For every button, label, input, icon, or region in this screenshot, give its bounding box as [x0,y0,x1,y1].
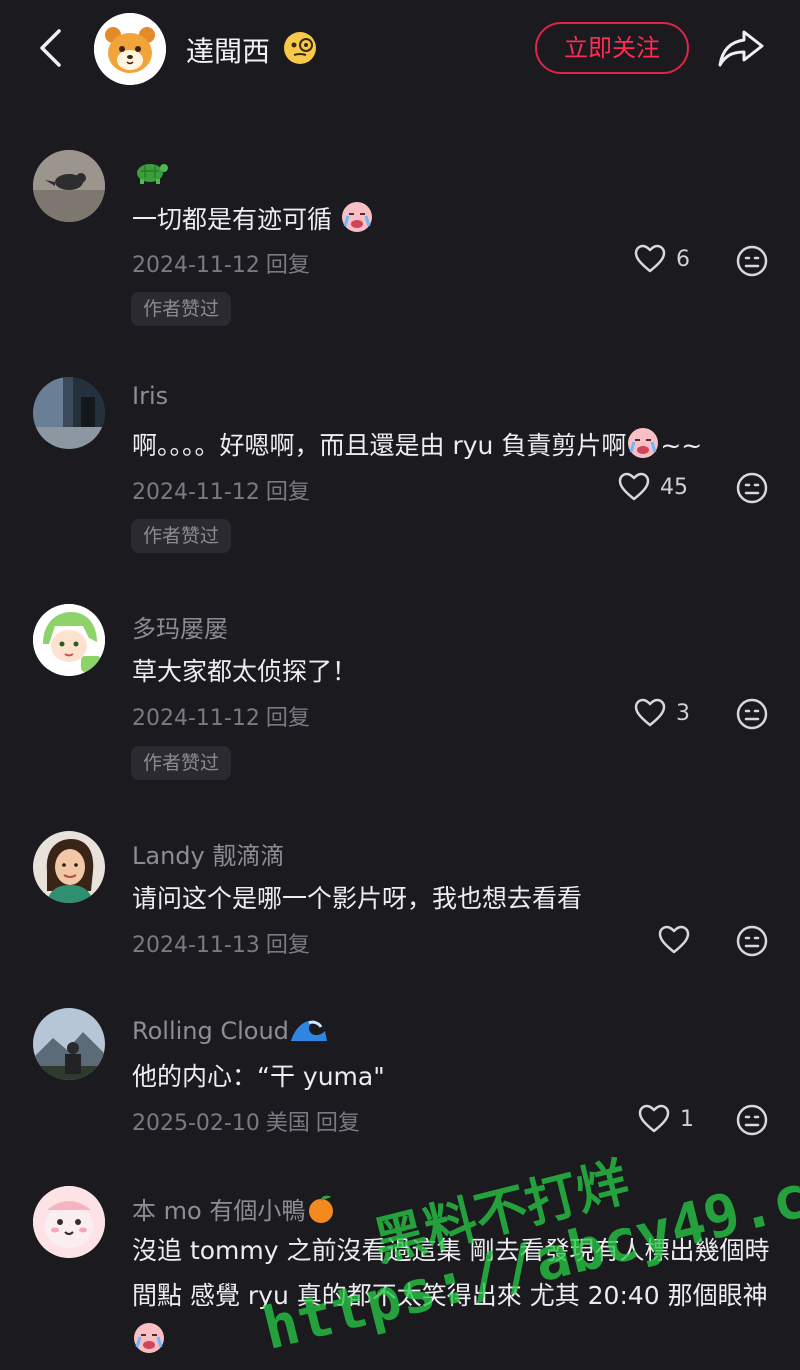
heart-icon [638,1104,670,1133]
back-arrow-icon[interactable] [32,26,72,70]
share-icon[interactable] [716,26,766,70]
author-liked-badge: 作者赞过 [131,519,232,553]
street-photo-icon [33,377,105,449]
like-count: 6 [676,246,690,272]
like-button[interactable]: 45 [618,472,688,502]
pink-character-icon [33,1186,105,1258]
user-avatar[interactable] [33,1186,105,1258]
comment-username[interactable]: Landy 靓滴滴 [132,836,284,871]
reply-button[interactable]: 回复 [266,253,310,278]
user-avatar[interactable] [33,150,105,222]
comment-username[interactable]: Rolling Cloud [132,1013,329,1045]
like-count: 45 [660,474,688,500]
like-count: 1 [680,1106,694,1132]
turtle-icon [137,164,168,184]
follow-button[interactable]: 立即关注 [535,22,689,74]
crying-face-icon [628,428,659,458]
comment-location: 美国 [265,1111,310,1136]
comment-date: 2024-11-13 [132,933,260,958]
user-avatar[interactable] [33,377,105,449]
comment-meta: 2024-11-12 回复 [132,247,310,279]
comment-text: 沒追 tommy 之前沒看過這集 剛去看發現有人標出幾個時間點 感覺 ryu 真… [132,1228,772,1363]
wave-icon [288,1013,329,1045]
emoji-reaction-icon[interactable] [736,925,768,957]
like-button[interactable] [658,925,700,955]
like-count: 3 [676,700,690,726]
author-name[interactable]: 達聞西 [186,30,270,70]
comment-text: 请问这个是哪一个影片呀，我也想去看看 [132,884,583,913]
mountain-photo-icon [33,1008,105,1080]
author-avatar[interactable] [94,13,166,85]
heart-icon [634,244,666,273]
author-liked-badge: 作者赞过 [131,746,232,780]
comment-username[interactable] [132,155,170,185]
comment-username[interactable]: Iris [132,382,168,410]
comment-text: 一切都是有迹可循 [132,200,374,236]
comment-meta: 2024-11-12 回复 [132,474,310,506]
comment-date: 2024-11-12 [132,480,260,505]
emoji-reaction-icon[interactable] [736,1104,768,1136]
like-button[interactable]: 6 [634,244,690,274]
comment-date: 2025-02-10 [132,1111,260,1136]
comment-username[interactable]: 本 mo 有個小鴨 [132,1191,337,1226]
comment-meta: 2025-02-10 美国 回复 [132,1105,360,1137]
comment-meta: 2024-11-13 回复 [132,927,310,959]
bird-photo-icon [33,150,105,222]
heart-icon [658,925,690,954]
emoji-reaction-icon[interactable] [736,245,768,277]
reply-button[interactable]: 回复 [316,1111,360,1136]
comment-username[interactable]: 多玛屡屡 [132,609,228,644]
comment-text: 草大家都太侦探了！ [132,657,358,686]
green-hair-character-icon [33,604,105,676]
emoji-reaction-icon[interactable] [736,472,768,504]
hamster-avatar-icon [94,13,166,85]
comment-date: 2024-11-12 [132,253,260,278]
reply-button[interactable]: 回复 [266,480,310,505]
reply-button[interactable]: 回复 [266,706,310,731]
like-button[interactable]: 3 [634,698,690,728]
heart-icon [618,472,650,501]
like-button[interactable]: 1 [638,1104,694,1134]
monocle-face-icon [284,32,316,64]
comment-text: 啊。。。。好嗯啊，而且還是由 ryu 負責剪片啊 ~~ [132,426,702,462]
crying-face-icon [134,1323,164,1353]
top-bar: 達聞西 立即关注 [0,0,800,100]
user-avatar[interactable] [33,831,105,903]
user-avatar[interactable] [33,1008,105,1080]
author-liked-badge: 作者赞过 [131,292,232,326]
crying-face-icon [341,202,372,232]
tangerine-icon [309,1195,334,1223]
comment-meta: 2024-11-12 回复 [132,700,310,732]
comment-text: 他的内心：“干 yuma" [132,1062,385,1091]
emoji-reaction-icon[interactable] [736,698,768,730]
reply-button[interactable]: 回复 [266,933,310,958]
user-avatar[interactable] [33,604,105,676]
heart-icon [634,698,666,727]
woman-portrait-icon [33,831,105,903]
comment-date: 2024-11-12 [132,706,260,731]
